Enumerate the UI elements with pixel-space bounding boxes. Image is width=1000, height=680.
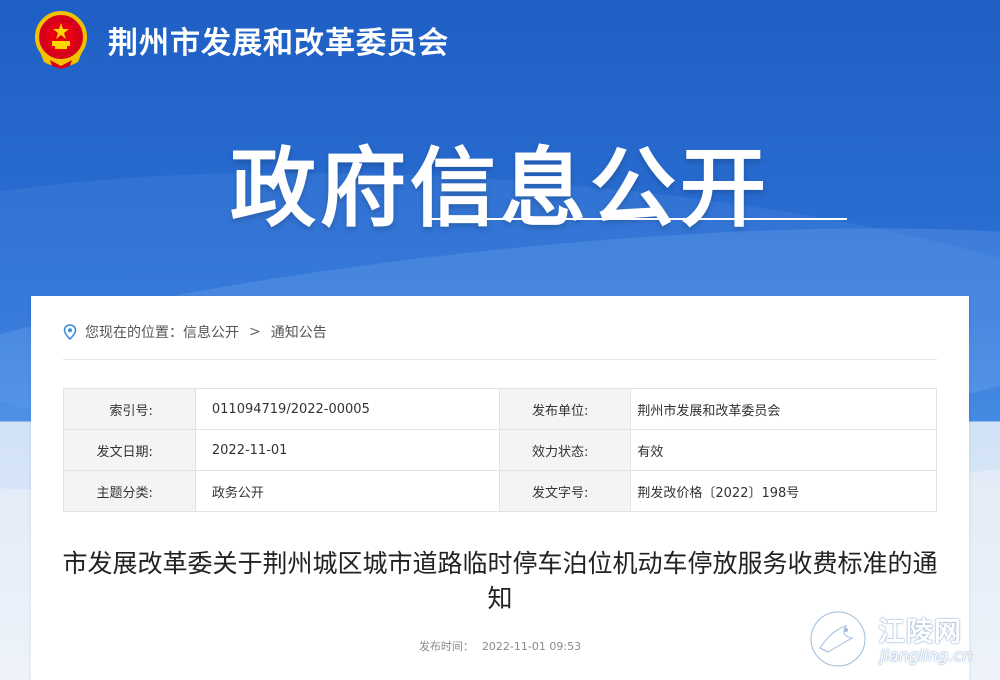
hero-title: 政府信息公开 xyxy=(230,139,770,239)
breadcrumb-divider xyxy=(63,359,937,360)
meta-value-category: 政务公开 xyxy=(194,470,500,512)
meta-value-index: 011094719/2022-00005 xyxy=(194,388,500,430)
location-pin-icon xyxy=(63,324,77,340)
national-emblem-icon[interactable] xyxy=(30,8,92,70)
table-row: 发文日期: 2022-11-01 效力状态: 有效 xyxy=(63,429,937,471)
publish-label: 发布时间： xyxy=(418,640,474,653)
document-meta-table: 索引号: 011094719/2022-00005 发布单位: 荆州市发展和改革… xyxy=(63,388,937,512)
breadcrumb-prefix: 您现在的位置： xyxy=(85,325,183,341)
watermark: 江陵网 jiangling.cn xyxy=(800,604,990,674)
meta-label-validity: 效力状态: xyxy=(498,429,632,471)
meta-label-category: 主题分类: xyxy=(63,470,196,512)
site-header: 荆州市发展和改革委员会 xyxy=(0,0,1000,80)
meta-value-validity: 有效 xyxy=(630,429,937,471)
meta-value-publisher: 荆州市发展和改革委员会 xyxy=(630,388,937,430)
breadcrumb-item-notices[interactable]: 通知公告 xyxy=(271,322,327,342)
jiangling-logo-icon xyxy=(809,610,867,668)
meta-label-doc-number: 发文字号: xyxy=(498,470,632,512)
hero-divider xyxy=(425,218,847,220)
page: 荆州市发展和改革委员会 政府信息公开 您现在的位置： 信息公开 > 通知公告 索… xyxy=(0,0,1000,680)
watermark-name: 江陵网 xyxy=(878,617,962,648)
watermark-domain: jiangling.cn xyxy=(880,646,973,665)
breadcrumb-item-info-public[interactable]: 信息公开 xyxy=(183,322,239,342)
meta-label-publisher: 发布单位: xyxy=(498,388,632,430)
meta-value-doc-number: 荆发改价格〔2022〕198号 xyxy=(630,470,937,512)
site-name[interactable]: 荆州市发展和改革委员会 xyxy=(108,18,449,62)
table-row: 主题分类: 政务公开 发文字号: 荆发改价格〔2022〕198号 xyxy=(63,470,937,512)
publish-time: 2022-11-01 09:53 xyxy=(481,640,582,653)
meta-value-issue-date: 2022-11-01 xyxy=(194,429,500,471)
breadcrumb-separator: > xyxy=(249,324,261,340)
table-row: 索引号: 011094719/2022-00005 发布单位: 荆州市发展和改革… xyxy=(63,388,937,430)
meta-label-index: 索引号: xyxy=(63,388,196,430)
breadcrumb: 您现在的位置： 信息公开 > 通知公告 xyxy=(63,322,327,342)
meta-label-issue-date: 发文日期: xyxy=(63,429,196,471)
